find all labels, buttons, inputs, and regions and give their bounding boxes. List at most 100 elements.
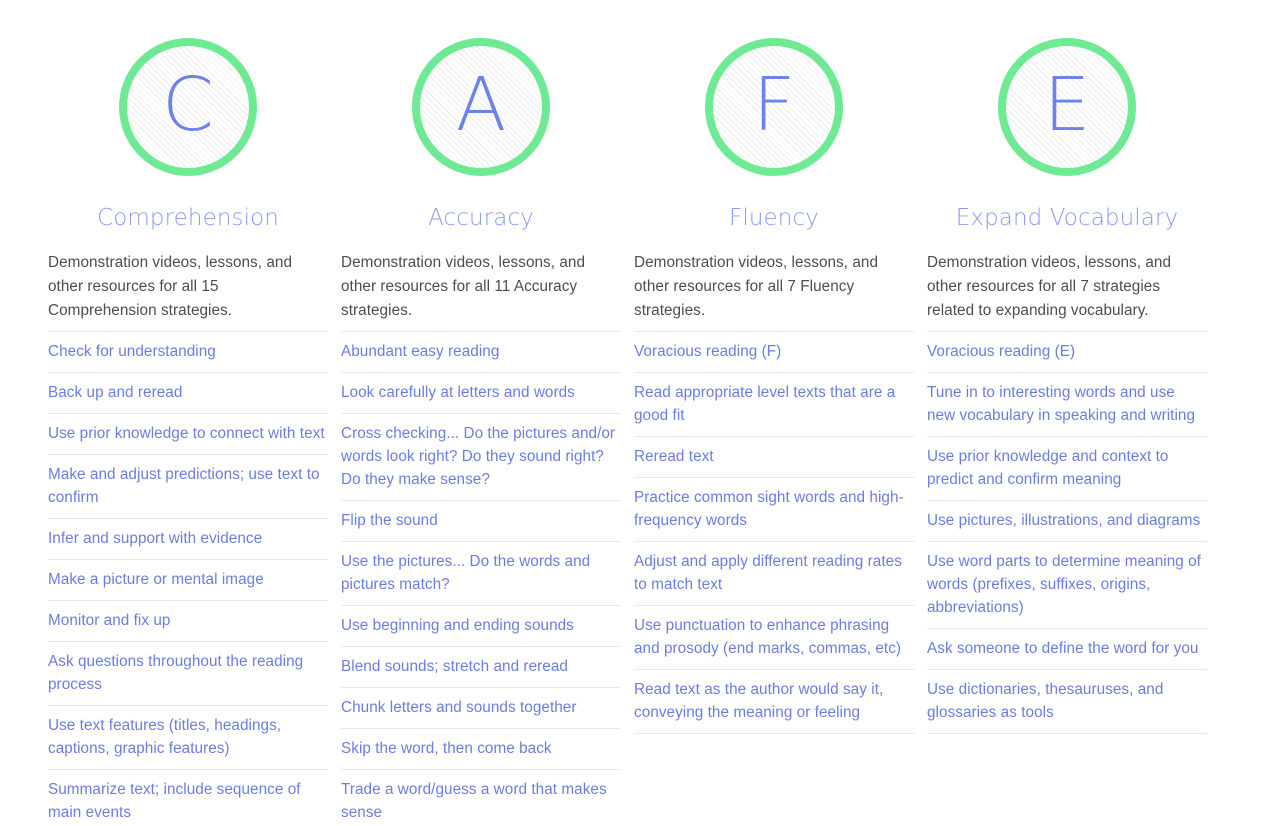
strategy-link[interactable]: Look carefully at letters and words [341,381,621,404]
strategy-link[interactable]: Ask someone to define the word for you [927,637,1207,660]
strategy-link[interactable]: Use dictionaries, thesauruses, and gloss… [927,678,1207,724]
list-item: Skip the word, then come back [341,729,621,770]
list-item: Use beginning and ending sounds [341,606,621,647]
strategy-link[interactable]: Use punctuation to enhance phrasing and … [634,614,914,660]
strategy-link[interactable]: Read text as the author would say it, co… [634,678,914,724]
list-item: Use dictionaries, thesauruses, and gloss… [927,670,1207,734]
cafe-letter-badge-icon[interactable]: E [998,37,1136,176]
strategy-list: Abundant easy reading Look carefully at l… [341,330,621,826]
cafe-letter-badge-icon[interactable]: C [119,37,257,176]
list-item: Use prior knowledge to connect with text [48,414,328,455]
strategy-link[interactable]: Flip the sound [341,509,621,532]
list-item: Use pictures, illustrations, and diagram… [927,501,1207,542]
strategy-link[interactable]: Read appropriate level texts that are a … [634,381,914,427]
strategy-link[interactable]: Make a picture or mental image [48,568,328,591]
strategy-link[interactable]: Voracious reading (E) [927,340,1207,363]
strategy-link[interactable]: Check for understanding [48,340,328,363]
list-item: Adjust and apply different reading rates… [634,542,914,606]
list-item: Blend sounds; stretch and reread [341,647,621,688]
list-item: Cross checking... Do the pictures and/or… [341,414,621,501]
column-title: Expand Vocabulary [955,205,1179,231]
list-item: Infer and support with evidence [48,519,328,560]
strategy-link[interactable]: Make and adjust predictions; use text to… [48,463,328,509]
strategy-link[interactable]: Use text features (titles, headings, cap… [48,714,328,760]
list-item: Use the pictures... Do the words and pic… [341,542,621,606]
strategy-column: F Fluency Demonstration videos, lessons, a… [634,0,927,734]
strategy-link[interactable]: Cross checking... Do the pictures and/or… [341,422,621,491]
column-inner: F Fluency Demonstration videos, lessons, a… [634,0,914,734]
strategy-link[interactable]: Use pictures, illustrations, and diagram… [927,509,1207,532]
column-title: Comprehension [97,205,279,231]
list-item: Use text features (titles, headings, cap… [48,706,328,770]
list-item: Practice common sight words and high-fre… [634,478,914,542]
list-item: Look carefully at letters and words [341,373,621,414]
badge-letter: A [455,61,507,148]
columns-container: C Comprehension Demonstration videos, less… [0,0,1280,826]
column-title: Accuracy [428,205,534,231]
list-item: Ask someone to define the word for you [927,629,1207,670]
badge-letter: F [752,61,796,148]
list-item: Monitor and fix up [48,601,328,642]
strategy-link[interactable]: Trade a word/guess a word that makes sen… [341,778,621,824]
strategy-link[interactable]: Use the pictures... Do the words and pic… [341,550,621,596]
column-inner: A Accuracy Demonstration videos, lessons, … [341,0,621,826]
list-item: Back up and reread [48,373,328,414]
column-title: Fluency [729,205,819,231]
strategy-link[interactable]: Monitor and fix up [48,609,328,632]
column-inner: E Expand Vocabulary Demonstration videos, … [927,0,1207,734]
strategy-link[interactable]: Abundant easy reading [341,340,621,363]
cafe-letter-badge-icon[interactable]: A [412,37,550,176]
strategy-link[interactable]: Summarize text; include sequence of main… [48,778,328,824]
list-item: Make a picture or mental image [48,560,328,601]
badge-letter: C [162,61,214,148]
column-inner: C Comprehension Demonstration videos, less… [48,0,328,826]
list-item: Use prior knowledge and context to predi… [927,437,1207,501]
strategy-list: Voracious reading (E) Tune in to interest… [927,330,1207,734]
strategy-column: A Accuracy Demonstration videos, lessons, … [341,0,634,826]
strategy-link[interactable]: Use beginning and ending sounds [341,614,621,637]
list-item: Check for understanding [48,332,328,373]
strategy-link[interactable]: Blend sounds; stretch and reread [341,655,621,678]
strategy-column: E Expand Vocabulary Demonstration videos, … [927,0,1220,734]
cafe-strategies-board: C Comprehension Demonstration videos, less… [0,0,1280,826]
strategy-link[interactable]: Ask questions throughout the reading pro… [48,650,328,696]
list-item: Use word parts to determine meaning of w… [927,542,1207,629]
strategy-link[interactable]: Reread text [634,445,914,468]
column-description: Demonstration videos, lessons, and other… [341,253,586,319]
strategy-list: Voracious reading (F) Read appropriate le… [634,330,914,734]
column-description: Demonstration videos, lessons, and other… [634,253,879,319]
list-item: Read appropriate level texts that are a … [634,373,914,437]
list-item: Voracious reading (F) [634,332,914,373]
cafe-letter-badge-icon[interactable]: F [705,37,843,176]
strategy-link[interactable]: Use word parts to determine meaning of w… [927,550,1207,619]
strategy-link[interactable]: Back up and reread [48,381,328,404]
list-item: Trade a word/guess a word that makes sen… [341,770,621,826]
badge-wrapper: F [634,0,914,205]
list-item: Read text as the author would say it, co… [634,670,914,734]
strategy-link[interactable]: Use prior knowledge to connect with text [48,422,328,445]
strategy-column: C Comprehension Demonstration videos, less… [48,0,341,826]
strategy-link[interactable]: Infer and support with evidence [48,527,328,550]
list-item: Chunk letters and sounds together [341,688,621,729]
list-item: Use punctuation to enhance phrasing and … [634,606,914,670]
badge-wrapper: E [927,0,1207,205]
list-item: Summarize text; include sequence of main… [48,770,328,826]
list-item: Flip the sound [341,501,621,542]
column-description: Demonstration videos, lessons, and other… [48,253,293,319]
strategy-list: Check for understanding Back up and rerea… [48,330,328,826]
strategy-link[interactable]: Chunk letters and sounds together [341,696,621,719]
badge-wrapper: C [48,0,328,205]
strategy-link[interactable]: Practice common sight words and high-fre… [634,486,914,532]
badge-letter: E [1043,61,1091,148]
strategy-link[interactable]: Voracious reading (F) [634,340,914,363]
strategy-link[interactable]: Skip the word, then come back [341,737,621,760]
list-item: Reread text [634,437,914,478]
column-description: Demonstration videos, lessons, and other… [927,253,1172,319]
list-item: Abundant easy reading [341,332,621,373]
strategy-link[interactable]: Tune in to interesting words and use new… [927,381,1207,427]
list-item: Make and adjust predictions; use text to… [48,455,328,519]
list-item: Voracious reading (E) [927,332,1207,373]
badge-wrapper: A [341,0,621,205]
strategy-link[interactable]: Use prior knowledge and context to predi… [927,445,1207,491]
strategy-link[interactable]: Adjust and apply different reading rates… [634,550,914,596]
